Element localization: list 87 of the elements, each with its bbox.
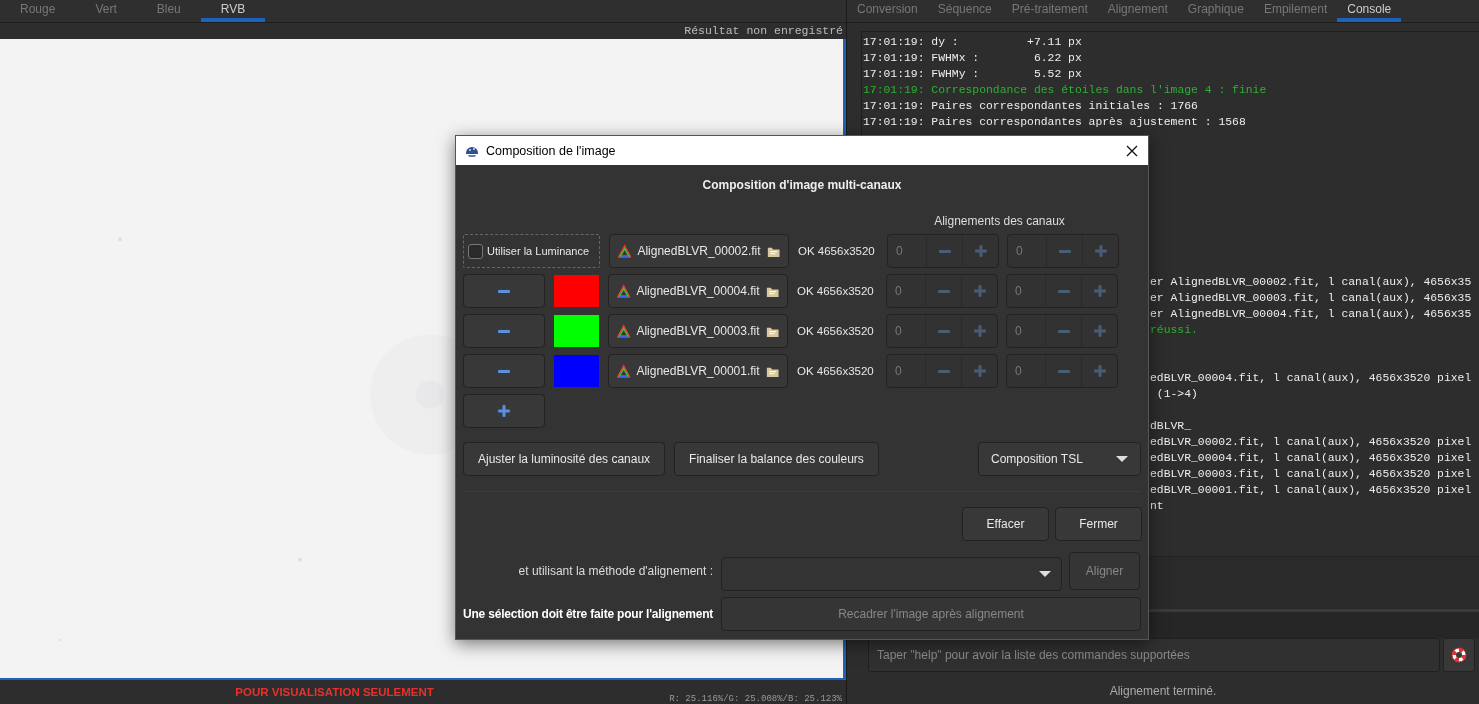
spin-field[interactable]: 0	[886, 274, 998, 308]
save-status-text: Résultat non enregistré	[683, 23, 844, 39]
color-swatch[interactable]	[554, 315, 599, 347]
log-line: 17:01:19: FWHMy : 5.52 px	[863, 68, 1082, 80]
add-channel-button[interactable]	[463, 394, 545, 428]
log-line: nt	[1150, 500, 1164, 512]
dropdown-arrow-icon	[1039, 571, 1051, 577]
command-field[interactable]: Taper "help" pour avoir la liste des commandes supportées	[868, 638, 1440, 672]
mode-dropdown[interactable]: Composition TSL	[978, 442, 1141, 476]
spin-field[interactable]: 0	[1006, 274, 1118, 308]
log-line: 17:01:19: FWHMx : 6.22 px	[863, 52, 1082, 64]
file-button[interactable]: AlignedBLVR_00001.fit	[608, 354, 788, 388]
help-button[interactable]	[1443, 638, 1475, 672]
luminance-checkbox[interactable]: Utiliser la Luminance	[463, 234, 600, 268]
rainbow-triangle-icon	[617, 323, 631, 339]
color-swatch[interactable]	[554, 275, 599, 307]
plus-icon	[498, 405, 510, 417]
dialog-heading: Composition d'image multi-canaux	[701, 177, 903, 194]
remove-channel-button[interactable]	[463, 314, 545, 348]
plus-icon	[1093, 285, 1106, 297]
remove-channel-button[interactable]	[463, 274, 545, 308]
spin-field[interactable]: 0	[1007, 234, 1119, 268]
tab[interactable]: Pré-traitement	[1001, 0, 1098, 22]
log-line: edBLVR_00001.fit, l canal(aux), 4656x3520 pixel	[1150, 484, 1472, 496]
log-line: (1->4)	[1155, 388, 1198, 400]
color-swatch[interactable]	[554, 355, 599, 387]
window-title: Composition de l'image	[486, 143, 617, 158]
tab[interactable]: Rouge	[0, 0, 76, 22]
pixel-values-text: R: 25.116%/G: 25.008%/B: 25.123%	[669, 694, 843, 704]
field-label: et utilisant la méthode d'alignement :	[517, 564, 713, 578]
file-button[interactable]: AlignedBLVR_00004.fit	[608, 274, 788, 308]
remove-channel-button[interactable]	[463, 354, 545, 388]
log-line: edBLVR_00003.fit, l canal(aux), 4656x3520 pixel	[1150, 468, 1472, 480]
log-line: er AlignedBLVR_00004.fit, l canal(aux), 4656x35	[1150, 308, 1472, 320]
dialog-button[interactable]: Effacer	[962, 507, 1049, 541]
tab[interactable]: RVB	[200, 0, 266, 22]
spin-field[interactable]: 0	[886, 354, 998, 388]
status-text: Alignement terminé.	[1108, 683, 1218, 700]
file-status-text: OK 4656x3520	[798, 245, 876, 257]
spin-field[interactable]: 0	[1006, 354, 1118, 388]
tab[interactable]: Bleu	[136, 0, 201, 22]
spin-field[interactable]: 0	[887, 234, 999, 268]
warning-text: POUR VISUALISATION SEULEMENT	[234, 685, 435, 700]
dialog-button[interactable]: Fermer	[1055, 507, 1142, 541]
plus-icon	[973, 325, 986, 337]
close-icon	[1126, 144, 1138, 157]
spin-field[interactable]: 0	[886, 314, 998, 348]
method-dropdown[interactable]	[721, 557, 1062, 591]
tab[interactable]: Graphique	[1177, 0, 1254, 22]
tab[interactable]: Conversion	[847, 0, 928, 22]
file-status-text: OK 4656x3520	[797, 285, 875, 297]
plus-icon	[1093, 365, 1106, 377]
log-line: er AlignedBLVR_00003.fit, l canal(aux), 4656x35	[1150, 292, 1472, 304]
log-line: er AlignedBLVR_00002.fit, l canal(aux), 4656x35	[1150, 276, 1472, 288]
tab[interactable]: Alignement	[1097, 0, 1178, 22]
section-label: Alignements des canaux	[933, 213, 1066, 229]
log-line: edBLVR_00002.fit, l canal(aux), 4656x3520 pixel	[1150, 436, 1472, 448]
tab[interactable]: Empilement	[1253, 0, 1338, 22]
log-line: 17:01:19: Correspondance des étoiles dans l'image 4 : finie	[863, 84, 1267, 96]
spin-field[interactable]: 0	[1006, 314, 1118, 348]
action-button[interactable]: Ajuster la luminosité des canaux	[463, 442, 666, 476]
log-line: 17:01:19: dy : +7.11 px	[863, 36, 1082, 48]
log-line: 17:01:19: Paires correspondantes après ajustement : 1568	[863, 116, 1246, 128]
log-line: 17:01:19: Paires correspondantes initiales : 1766	[863, 100, 1198, 112]
rainbow-triangle-icon	[617, 283, 631, 299]
log-line: dBLVR_	[1150, 420, 1191, 432]
lifebuoy-icon	[1451, 647, 1467, 663]
action-button[interactable]: Finaliser la balance des couleurs	[674, 442, 879, 476]
log-line: edBLVR_00004.fit, l canal(aux), 4656x3520 pixel	[1150, 372, 1472, 384]
log-line: réussi.	[1150, 324, 1198, 336]
plus-icon	[974, 245, 987, 257]
tab[interactable]: Console	[1337, 0, 1402, 22]
plus-icon	[1094, 245, 1107, 257]
file-button[interactable]: AlignedBLVR_00003.fit	[608, 314, 788, 348]
file-status-text: OK 4656x3520	[797, 365, 875, 377]
tab[interactable]: Vert	[75, 0, 137, 22]
tab[interactable]: Séquence	[927, 0, 1002, 22]
rainbow-triangle-icon	[617, 363, 631, 379]
log-line: edBLVR_00004.fit, l canal(aux), 4656x3520 pixel	[1150, 452, 1472, 464]
file-button[interactable]: AlignedBLVR_00002.fit	[609, 234, 789, 268]
rainbow-triangle-icon	[618, 243, 632, 259]
plus-icon	[1093, 325, 1106, 337]
dropdown-arrow-icon	[1116, 456, 1128, 462]
selection-note: Une sélection doit être faite pour l'alignement	[463, 607, 713, 621]
plus-icon	[973, 285, 986, 297]
file-status-text: OK 4656x3520	[797, 325, 875, 337]
plus-icon	[973, 365, 986, 377]
